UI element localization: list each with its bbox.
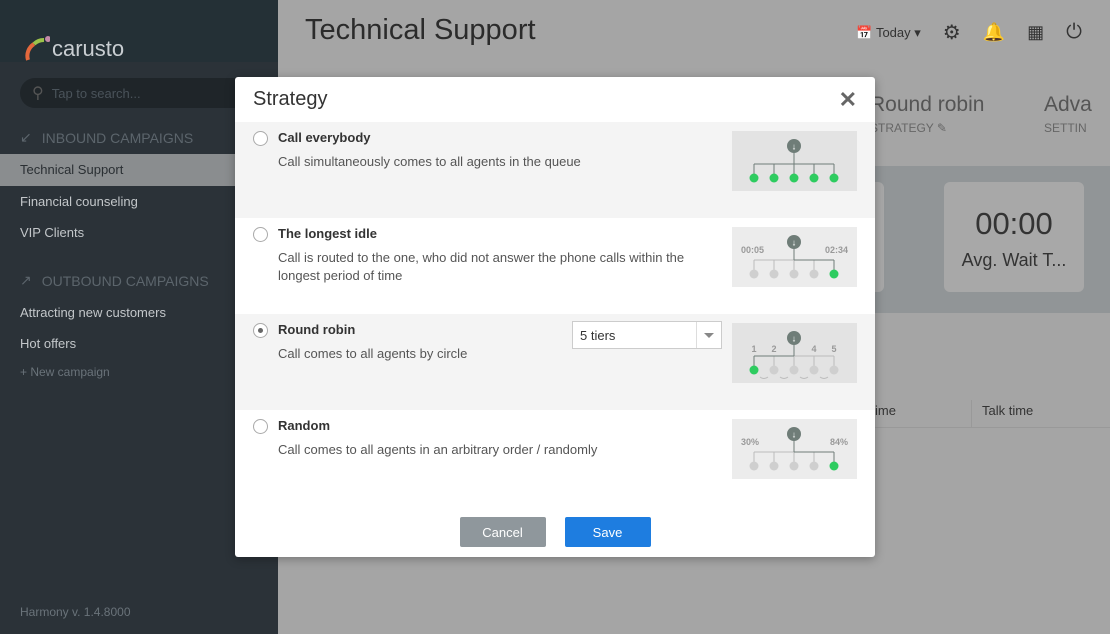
svg-text:↓: ↓: [792, 142, 797, 152]
diagram-label: 4: [811, 344, 816, 354]
save-button[interactable]: Save: [564, 517, 651, 547]
option-description: Call comes to all agents in an arbitrary…: [278, 442, 598, 457]
chevron-down-icon: ▾: [914, 24, 921, 40]
apps-grid-icon[interactable]: ▦: [1027, 22, 1044, 43]
agent-dot: [769, 173, 779, 183]
agent-dot: [809, 269, 819, 279]
agent-dot: [829, 365, 839, 375]
column-header: Talk time: [982, 403, 1034, 418]
diagram-label: 00:05: [741, 245, 764, 255]
agent-dot: [789, 365, 799, 375]
diagram-label: 5: [831, 344, 836, 354]
column-header: ime: [875, 403, 896, 418]
power-icon[interactable]: ⏻: [1066, 21, 1082, 44]
option-description: Call simultaneously comes to all agents …: [278, 154, 581, 169]
stat-card: 00:00 Avg. Wait T...: [944, 182, 1084, 292]
agent-dot: [749, 365, 759, 375]
agent-dot: [789, 173, 799, 183]
agent-dot: [769, 365, 779, 375]
inbound-header: ↙ INBOUND CAMPAIGNS: [20, 129, 194, 146]
new-campaign-link[interactable]: + New campaign: [20, 365, 110, 379]
modal-title: Strategy: [253, 88, 328, 110]
svg-text:↓: ↓: [792, 334, 797, 344]
strategy-option[interactable]: Call everybody Call simultaneously comes…: [235, 122, 875, 218]
date-filter[interactable]: 📅 Today ▾: [856, 25, 920, 41]
inbound-arrow-icon: ↙: [20, 129, 32, 145]
agent-dot: [789, 269, 799, 279]
strategy-summary: Round robin STRATEGY ✎: [870, 93, 985, 135]
svg-text:↓: ↓: [792, 430, 797, 440]
outbound-arrow-icon: ↗: [20, 272, 32, 288]
search-icon: ⚲: [32, 85, 44, 102]
agent-dot: [829, 269, 839, 279]
strategy-option[interactable]: Random Call comes to all agents in an ar…: [235, 410, 875, 506]
agent-dot: [829, 461, 839, 471]
page-title: Technical Support: [305, 14, 536, 46]
chevron-down-icon: [704, 333, 714, 338]
agent-dot: [749, 461, 759, 471]
bell-icon[interactable]: 🔔: [983, 22, 1005, 43]
agent-dot: [749, 173, 759, 183]
advanced-summary: Adva SETTIN: [1044, 93, 1092, 135]
edit-icon[interactable]: ✎: [937, 121, 947, 135]
radio-button[interactable]: [253, 323, 268, 338]
agent-dot: [829, 173, 839, 183]
agent-dot: [789, 461, 799, 471]
option-description: Call is routed to the one, who did not a…: [278, 250, 685, 283]
strategy-modal: Strategy ✕ Call everybody Call simultaneo…: [235, 77, 875, 557]
radio-button[interactable]: [253, 131, 268, 146]
diagram-label: 2: [771, 344, 776, 354]
radio-button[interactable]: [253, 419, 268, 434]
agent-dot: [809, 461, 819, 471]
radio-button[interactable]: [253, 227, 268, 242]
agent-dot: [769, 461, 779, 471]
outbound-header: ↗ OUTBOUND CAMPAIGNS: [20, 272, 209, 289]
plus-icon: +: [20, 365, 31, 379]
strategy-option[interactable]: The longest idle Call is routed to the o…: [235, 218, 875, 314]
svg-text:↓: ↓: [792, 238, 797, 248]
logo: carusto: [0, 0, 278, 62]
diagram-label: 30%: [741, 437, 759, 447]
calendar-icon: 📅: [856, 24, 873, 40]
close-icon[interactable]: ✕: [839, 87, 857, 113]
agent-dot: [809, 173, 819, 183]
version: Harmony v. 1.4.8000: [20, 605, 131, 619]
diagram-label: 1: [751, 344, 756, 354]
agent-dot: [769, 269, 779, 279]
gear-icon[interactable]: ⚙: [943, 20, 961, 45]
diagram-label: 84%: [830, 437, 848, 447]
strategy-diagram: ↓ 1 2 4 5: [732, 323, 857, 383]
diagram-label: 02:34: [825, 245, 848, 255]
agent-dot: [809, 365, 819, 375]
tiers-select[interactable]: 5 tiers: [572, 321, 722, 349]
strategy-diagram: ↓: [732, 131, 857, 191]
agent-dot: [749, 269, 759, 279]
cancel-button[interactable]: Cancel: [459, 517, 546, 547]
strategy-option[interactable]: Round robin Call comes to all agents by …: [235, 314, 875, 410]
strategy-diagram: ↓ 30% 84%: [732, 419, 857, 479]
logo-icon: [25, 36, 50, 61]
strategy-diagram: ↓ 00:05 02:34: [732, 227, 857, 287]
